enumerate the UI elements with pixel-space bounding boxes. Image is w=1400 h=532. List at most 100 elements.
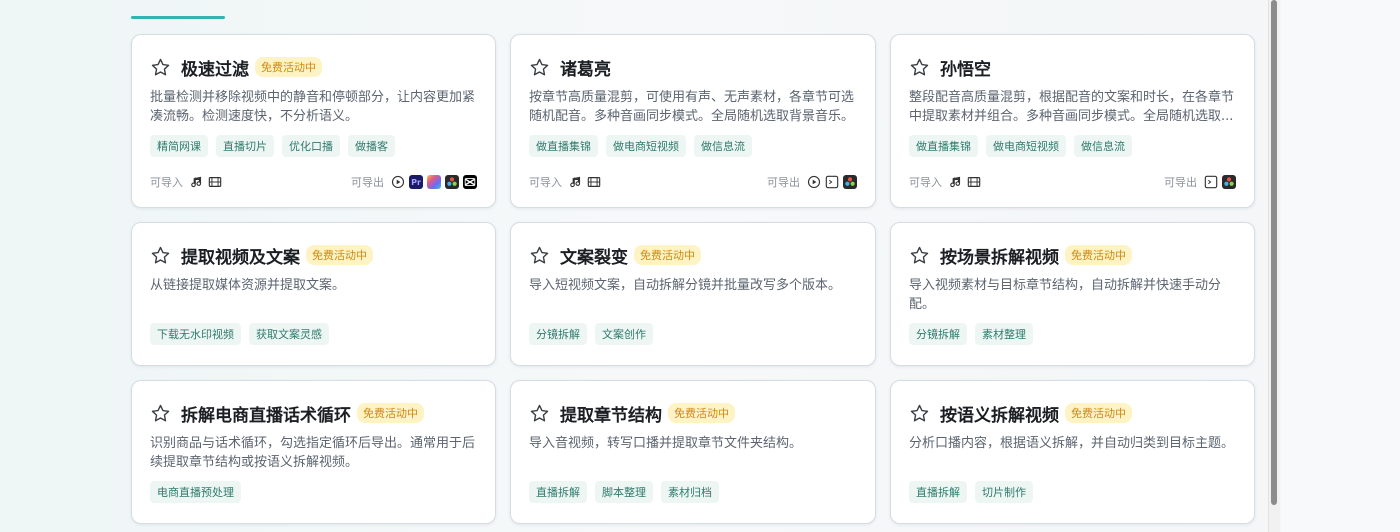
import-label: 可导入 [529,176,562,189]
star-icon[interactable] [529,403,550,424]
card-title: 极速过滤 [181,59,249,80]
tag: 下载无水印视频 [150,323,241,345]
star-icon[interactable] [529,57,550,78]
import-label: 可导入 [909,176,942,189]
tag-list: 分镜拆解 文案创作 [529,323,857,345]
card-header: 诸葛亮 [529,55,857,80]
play-circle-icon [807,175,821,189]
star-icon[interactable] [150,403,171,424]
davinci-resolve-icon [843,175,857,189]
tag: 直播拆解 [529,481,587,503]
card-header: 极速过滤 免费活动中 [150,55,477,80]
card-description: 分析口播内容，根据语义拆解，并自动归类到目标主题。 [909,436,1235,451]
final-cut-icon [427,175,441,189]
tool-card[interactable]: 诸葛亮按章节高质量混剪，可使用有声、无声素材，各章节可选随机配音。多种音画同步模… [510,34,876,208]
card-description: 导入音视频，转写口播并提取章节文件夹结构。 [529,436,803,451]
card-header: 文案裂变 免费活动中 [529,243,857,268]
tool-card[interactable]: 孙悟空整段配音高质量混剪，根据配音的文案和时长，在各章节中提取素材并组合。多种音… [890,34,1255,208]
import-export-row: 可导入 可导出 [909,174,1236,190]
card-title: 孙悟空 [940,59,991,80]
tool-card[interactable]: 文案裂变 免费活动中导入短视频文案，自动拆解分镜并批量改写多个版本。分镜拆解 文案创… [510,222,876,366]
tag-list: 做直播集锦 做电商短视频 做信息流 [909,135,1236,157]
star-icon[interactable] [150,245,171,266]
scrollbar-thumb[interactable] [1271,0,1277,505]
free-event-badge: 免费活动中 [306,245,373,265]
star-icon[interactable] [909,403,930,424]
import-export-row: 可导入 可导出 Pr [150,174,477,190]
tag-list: 精简网课 直播切片 优化口播 做播客 [150,135,477,157]
tag-list: 电商直播预处理 [150,481,477,503]
card-header: 按语义拆解视频 免费活动中 [909,401,1236,426]
card-header: 按场景拆解视频 免费活动中 [909,243,1236,268]
import-formats: 可导入 [150,174,222,190]
card-description: 整段配音高质量混剪，根据配音的文案和时长，在各章节中提取素材并组合。多种音画同步… [909,90,1235,124]
film-icon [587,175,601,189]
star-icon[interactable] [529,245,550,266]
tool-card[interactable]: 提取章节结构 免费活动中导入音视频，转写口播并提取章节文件夹结构。直播拆解 脚本整理… [510,380,876,524]
tag: 做直播集锦 [529,135,598,157]
premiere-pro-icon: Pr [409,175,423,189]
import-export-row: 可导入 可导出 [529,174,857,190]
capcut-icon [463,175,477,189]
export-formats: 可导出 [1164,174,1236,190]
card-header: 提取视频及文案 免费活动中 [150,243,477,268]
import-label: 可导入 [150,176,183,189]
tag-list: 直播拆解 切片制作 [909,481,1236,503]
card-title: 文案裂变 [560,247,628,268]
card-title: 诸葛亮 [560,59,611,80]
card-description: 导入短视频文案，自动拆解分镜并批量改写多个版本。 [529,278,842,293]
music-note-icon [569,175,583,189]
tag-list: 分镜拆解 素材整理 [909,323,1236,345]
tag: 电商直播预处理 [150,481,241,503]
tool-card[interactable]: 极速过滤 免费活动中批量检测并移除视频中的静音和停顿部分，让内容更加紧凑流畅。检测… [131,34,496,208]
tag-list: 做直播集锦 做电商短视频 做信息流 [529,135,857,157]
card-description: 识别商品与话术循环，勾选指定循环后导出。通常用于后续提取章节结构或按语义拆解视频… [150,436,476,470]
import-formats: 可导入 [909,174,981,190]
tag: 分镜拆解 [909,323,967,345]
tag: 做电商短视频 [606,135,686,157]
tag: 做直播集锦 [909,135,978,157]
card-title: 按语义拆解视频 [940,405,1059,426]
export-label: 可导出 [1164,176,1197,189]
free-event-badge: 免费活动中 [1065,403,1132,423]
tag: 优化口播 [282,135,340,157]
tag: 做播客 [348,135,395,157]
tag: 直播拆解 [909,481,967,503]
free-event-badge: 免费活动中 [668,403,735,423]
export-formats: 可导出 Pr [351,174,477,190]
free-event-badge: 免费活动中 [357,403,424,423]
jianying-icon [1204,175,1218,189]
card-header: 提取章节结构 免费活动中 [529,401,857,426]
tool-card[interactable]: 提取视频及文案 免费活动中 从链接提取媒体资源并提取文案。 下载无水印视频 获取文案灵感 [131,222,496,366]
star-icon[interactable] [150,57,171,78]
star-icon[interactable] [909,57,930,78]
tag: 文案创作 [595,323,653,345]
card-description: 按章节高质量混剪，可使用有声、无声素材，各章节可选随机配音。多种音画同步模式。全… [529,90,855,124]
tag: 素材归档 [661,481,719,503]
card-description: 批量检测并移除视频中的静音和停顿部分，让内容更加紧凑流畅。检测速度快，不分析语义… [150,90,476,124]
tag: 做电商短视频 [986,135,1066,157]
export-label: 可导出 [351,176,384,189]
star-icon[interactable] [909,245,930,266]
tag: 直播切片 [216,135,274,157]
tool-card[interactable]: 按场景拆解视频 免费活动中导入视频素材与目标章节结构，自动拆解并快速手动分配。分镜… [890,222,1255,366]
card-description: 导入视频素材与目标章节结构，自动拆解并快速手动分配。 [909,278,1222,312]
tag: 脚本整理 [595,481,653,503]
card-title: 按场景拆解视频 [940,247,1059,268]
tool-card-grid: 极速过滤 免费活动中 批量检测并移除视频中的静音和停顿部分，让内容更加紧凑流畅。检测… [131,34,1255,524]
play-circle-icon [391,175,405,189]
tag: 获取文案灵感 [249,323,329,345]
tag-list: 直播拆解 脚本整理 素材归档 [529,481,857,503]
tag: 素材整理 [975,323,1033,345]
free-event-badge: 免费活动中 [634,245,701,265]
davinci-resolve-icon [445,175,459,189]
card-title: 提取章节结构 [560,405,662,426]
tool-card[interactable]: 按语义拆解视频 免费活动中分析口播内容，根据语义拆解，并自动归类到目标主题。直播拆… [890,380,1255,524]
free-event-badge: 免费活动中 [255,57,322,77]
tag: 切片制作 [975,481,1033,503]
card-header: 拆解电商直播话术循环 免费活动中 [150,401,477,426]
active-tab-indicator [131,16,225,19]
tool-card[interactable]: 拆解电商直播话术循环 免费活动中识别商品与话术循环，勾选指定循环后导出。通常用于后… [131,380,496,524]
tag-list: 下载无水印视频 获取文案灵感 [150,323,477,345]
tag: 分镜拆解 [529,323,587,345]
